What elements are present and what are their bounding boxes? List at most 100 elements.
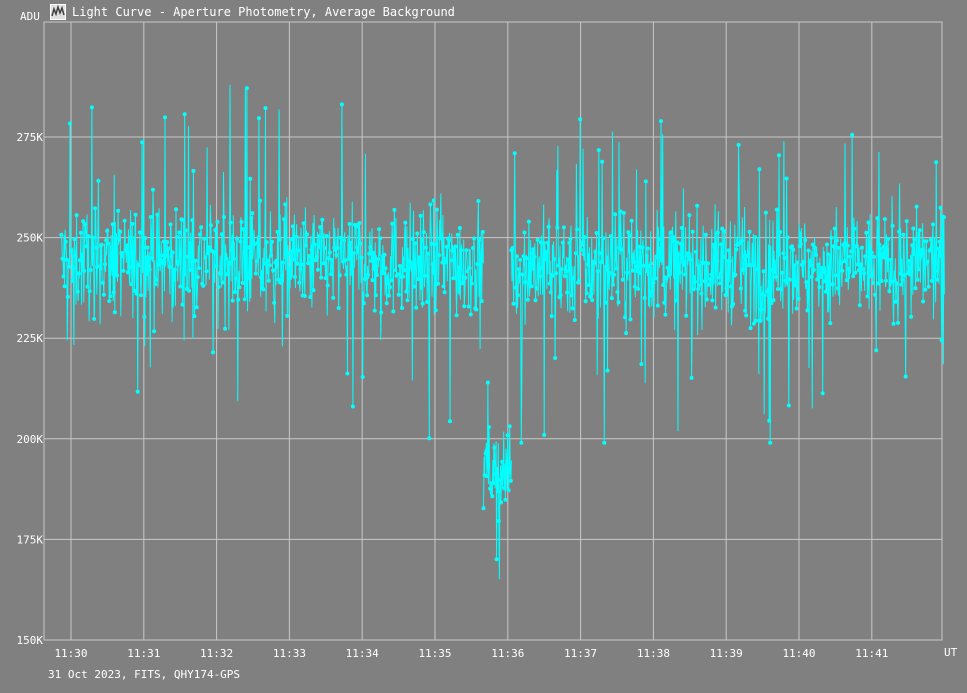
data-point [740,267,745,272]
data-point [232,290,237,294]
data-point [462,304,467,309]
data-point [851,274,856,279]
data-point [169,254,174,259]
data-point [437,253,442,258]
data-point [655,303,660,308]
data-point [909,314,914,319]
x-tick-label: 11:35 [418,647,451,660]
data-point [317,234,321,239]
data-point [796,296,801,301]
data-point [117,237,122,242]
data-point [208,223,213,228]
data-point [884,278,888,283]
y-tick-label: 200K [17,433,44,446]
data-point [815,277,820,282]
data-point [216,285,221,289]
data-point [903,374,908,379]
data-point [852,226,857,231]
data-point [795,260,800,265]
data-point [237,285,242,290]
data-point [492,445,497,450]
data-point [897,229,902,234]
data-point [308,295,313,299]
data-point [914,204,919,209]
data-point [92,316,97,321]
data-point [436,281,440,286]
data-point [468,312,473,317]
data-point [593,250,598,255]
data-point [856,268,861,273]
data-point [135,389,140,394]
data-point [68,121,72,126]
data-point [549,314,554,319]
data-point [195,275,200,280]
data-point [757,167,762,172]
data-point [845,243,850,248]
data-point [891,321,896,326]
data-point [122,218,127,223]
data-point [613,212,618,217]
data-point [165,240,170,244]
data-point [329,272,333,277]
data-point [279,273,284,278]
data-point [744,313,749,318]
data-point [774,207,779,212]
data-point [296,248,301,253]
data-point [261,287,266,292]
data-point [76,271,81,276]
data-point [673,248,678,253]
data-point [201,283,206,288]
data-point [561,225,566,230]
data-point [642,295,647,300]
x-tick-label: 11:34 [346,647,379,660]
data-point [364,276,368,281]
data-point [214,264,219,269]
data-point [866,220,871,225]
data-point [894,281,899,286]
data-point [917,228,922,233]
data-point [106,241,111,246]
data-point [817,285,822,290]
x-tick-labels: 11:30 11:31 11:32 11:33 11:34 11:35 11:36 11:37… [54,647,888,660]
data-point [733,272,738,277]
data-point [366,272,371,277]
data-point [112,310,117,315]
data-point [284,245,289,250]
data-point [480,230,485,234]
data-point [920,247,924,252]
data-point [689,375,694,380]
data-point [167,264,172,269]
data-point [858,262,863,267]
data-point [388,285,392,290]
data-point [502,486,507,491]
data-point [186,254,190,259]
data-point [832,226,837,231]
data-point [393,268,398,273]
data-point [546,224,551,229]
data-point [105,228,110,233]
data-point [601,236,606,241]
data-point [484,474,489,479]
data-point [822,279,827,284]
data-point [137,230,142,235]
data-point [648,293,653,298]
data-point [459,248,463,253]
data-point [344,272,349,277]
data-point [259,275,264,280]
x-tick-label: 11:30 [54,647,87,660]
data-point [778,230,783,234]
data-point [656,237,661,242]
data-point [330,258,335,262]
data-point [777,153,781,158]
data-point [290,224,295,229]
data-point [376,257,380,262]
data-point [315,267,320,272]
data-point [378,236,383,241]
data-point [933,269,938,273]
data-point [250,211,255,216]
data-point [833,273,838,278]
data-point [246,275,250,280]
data-point [402,268,407,273]
data-point [164,253,169,258]
data-point [805,308,810,313]
